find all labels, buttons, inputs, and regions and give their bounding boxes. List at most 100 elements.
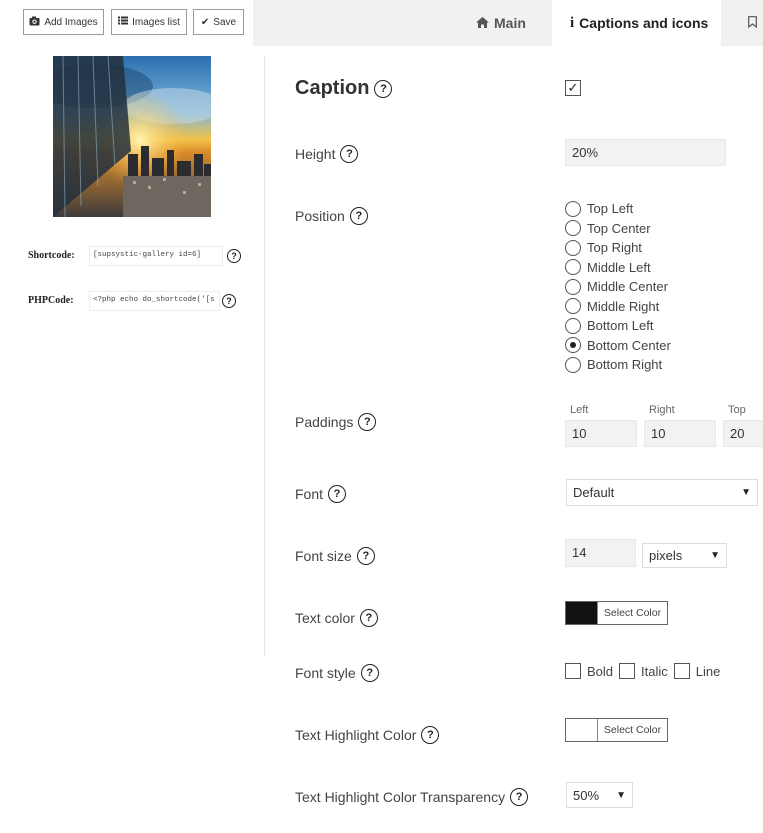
font-label-row: Font ? [295, 485, 347, 503]
font-select[interactable]: Default ▼ [566, 479, 758, 506]
padding-right-group: Right 10 [644, 404, 716, 447]
shortcode-field[interactable]: [supsystic-gallery id=6] [89, 246, 223, 266]
bold-checkbox[interactable] [565, 663, 581, 679]
caption-row: Caption ? [295, 77, 393, 100]
padding-top-caption: Top [728, 404, 746, 416]
position-option[interactable]: Top Center [565, 219, 671, 239]
position-option-label: Bottom Left [587, 318, 654, 334]
camera-icon [29, 16, 40, 29]
select-color-label: Select Color [597, 602, 667, 624]
shortcode-label: Shortcode: [28, 250, 75, 261]
save-label: Save [213, 16, 237, 28]
position-option[interactable]: Bottom Right [565, 355, 671, 375]
radio-button[interactable] [565, 356, 581, 373]
highlight-color-swatch [566, 719, 597, 741]
position-option[interactable]: Top Left [565, 199, 671, 219]
list-icon [118, 16, 129, 28]
font-size-label-row: Font size ? [295, 547, 375, 565]
position-option[interactable]: Top Right [565, 238, 671, 258]
font-size-help-icon[interactable]: ? [356, 547, 375, 565]
bold-label: Bold [587, 663, 614, 679]
padding-right-caption: Right [649, 404, 675, 416]
phpcode-help-icon[interactable]: ? [222, 294, 236, 308]
tab-main-label: Main [494, 15, 526, 31]
highlight-color-picker[interactable]: Select Color [565, 718, 668, 742]
font-style-options: Bold Italic Line [565, 663, 723, 679]
dropdown-arrow-icon: ▼ [710, 550, 720, 561]
font-size-input[interactable]: 14 [565, 539, 636, 567]
phpcode-field[interactable]: <?php echo do_shortcode('[s [89, 291, 220, 311]
position-option[interactable]: Middle Left [565, 258, 671, 278]
text-color-picker[interactable]: Select Color [565, 601, 668, 625]
highlight-label: Text Highlight Color [295, 727, 417, 743]
position-help-icon[interactable]: ? [349, 207, 368, 225]
radio-button[interactable] [565, 278, 581, 295]
font-style-help-icon[interactable]: ? [360, 664, 379, 682]
radio-button-selected[interactable] [565, 337, 581, 354]
italic-option[interactable]: Italic [619, 663, 668, 679]
padding-left-input[interactable]: 10 [565, 420, 637, 447]
text-color-label: Text color [295, 610, 355, 626]
padding-top-input[interactable]: 20 [723, 420, 763, 447]
radio-button[interactable] [565, 220, 581, 237]
panel-divider [264, 56, 265, 656]
gallery-preview-image [53, 56, 211, 217]
line-label: Line [695, 663, 721, 679]
padding-left-group: Left 10 [565, 404, 637, 447]
height-label: Height [295, 146, 336, 162]
radio-button[interactable] [565, 317, 581, 334]
add-images-button[interactable]: Add Images [23, 9, 104, 35]
transparency-label: Text Highlight Color Transparency [295, 789, 506, 805]
paddings-label: Paddings [295, 414, 354, 430]
save-button[interactable]: ✔ Save [193, 9, 244, 35]
paddings-help-icon[interactable]: ? [358, 413, 377, 431]
padding-top-group: Top 20 [723, 404, 763, 447]
height-label-row: Height ? [295, 145, 359, 163]
position-option[interactable]: Bottom Center [565, 336, 671, 356]
toolbar: Add Images Images list ✔ Save [0, 0, 253, 46]
radio-button[interactable] [565, 200, 581, 217]
radio-button[interactable] [565, 298, 581, 315]
bookmark-icon [748, 15, 757, 31]
font-style-label: Font style [295, 665, 356, 681]
tab-bookmark[interactable] [748, 0, 757, 46]
position-label-row: Position ? [295, 207, 368, 225]
caption-checkbox[interactable]: ✓ [565, 80, 581, 96]
line-option[interactable]: Line [673, 663, 721, 679]
images-list-label: Images list [132, 16, 180, 28]
position-option-label: Top Right [587, 240, 642, 256]
italic-checkbox[interactable] [619, 663, 636, 679]
caption-help-icon[interactable]: ? [374, 79, 393, 98]
position-option[interactable]: Middle Right [565, 297, 671, 317]
transparency-label-row: Text Highlight Color Transparency ? [295, 788, 529, 806]
padding-right-input[interactable]: 10 [644, 420, 716, 447]
radio-button[interactable] [565, 259, 581, 276]
shortcode-help-icon[interactable]: ? [227, 249, 241, 263]
tab-captions-and-icons[interactable]: i Captions and icons [552, 0, 721, 46]
position-option-label: Top Center [587, 220, 651, 236]
tab-main[interactable]: Main [476, 0, 526, 46]
highlight-help-icon[interactable]: ? [421, 726, 440, 744]
position-option[interactable]: Middle Center [565, 277, 671, 297]
info-icon: i [570, 14, 575, 31]
height-help-icon[interactable]: ? [340, 145, 359, 163]
position-radio-group: Top Left Top Center Top Right Middle Lef… [565, 199, 671, 375]
transparency-help-icon[interactable]: ? [510, 788, 529, 806]
select-color-label: Select Color [597, 719, 667, 741]
position-option-label: Middle Right [587, 298, 660, 314]
bold-option[interactable]: Bold [565, 663, 613, 679]
transparency-select[interactable]: 50% ▼ [566, 782, 633, 808]
font-help-icon[interactable]: ? [328, 485, 347, 503]
line-checkbox[interactable] [673, 663, 690, 679]
position-label: Position [295, 208, 345, 224]
text-color-help-icon[interactable]: ? [359, 609, 378, 627]
position-option[interactable]: Bottom Left [565, 316, 671, 336]
height-input[interactable]: 20% [565, 139, 726, 166]
phpcode-label: PHPCode: [28, 295, 74, 306]
images-list-button[interactable]: Images list [111, 9, 187, 35]
radio-button[interactable] [565, 239, 581, 256]
font-unit-select[interactable]: pixels ▼ [642, 543, 727, 568]
home-icon [476, 15, 489, 31]
transparency-value: 50% [573, 787, 600, 803]
position-option-label: Middle Left [587, 259, 651, 275]
